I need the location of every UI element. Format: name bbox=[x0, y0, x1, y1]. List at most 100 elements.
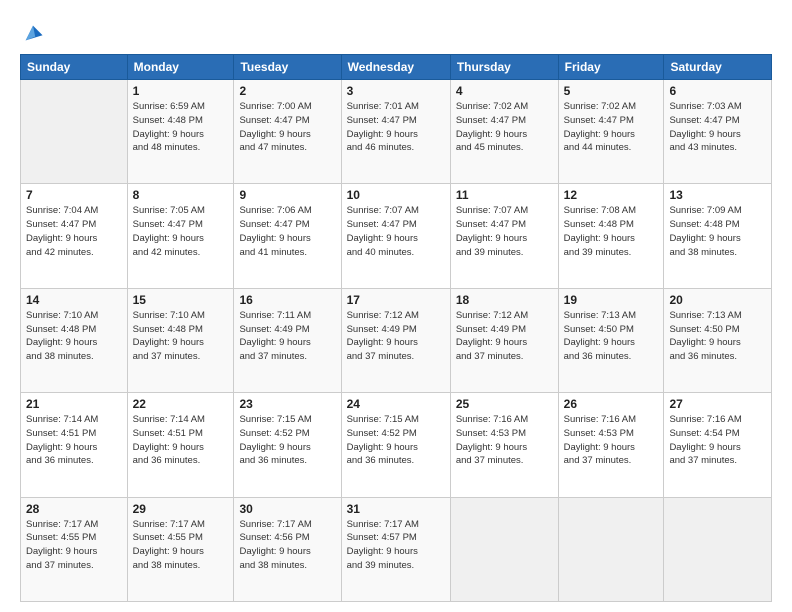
calendar-cell: 26 Sunrise: 7:16 AM Sunset: 4:53 PM Dayli… bbox=[558, 393, 664, 497]
calendar-cell: 12Sunrise: 7:08 AM Sunset: 4:48 PM Dayli… bbox=[558, 184, 664, 288]
day-number: 8 bbox=[133, 188, 229, 202]
day-number: 17 bbox=[347, 293, 445, 307]
weekday-header-sunday: Sunday bbox=[21, 55, 128, 80]
calendar-cell: 14 Sunrise: 7:10 AM Sunset: 4:48 PM Dayli… bbox=[21, 288, 128, 392]
calendar: SundayMondayTuesdayWednesdayThursdayFrid… bbox=[20, 54, 772, 602]
calendar-cell: 28Sunrise: 7:17 AM Sunset: 4:55 PM Dayli… bbox=[21, 497, 128, 601]
day-number: 2 bbox=[239, 84, 335, 98]
day-info: Sunrise: 7:03 AM Sunset: 4:47 PM Dayligh… bbox=[669, 100, 766, 155]
day-info: Sunrise: 7:12 AM Sunset: 4:49 PM Dayligh… bbox=[347, 309, 445, 364]
calendar-cell: 20 Sunrise: 7:13 AM Sunset: 4:50 PM Dayli… bbox=[664, 288, 772, 392]
day-number: 22 bbox=[133, 397, 229, 411]
day-info: Sunrise: 7:07 AM Sunset: 4:47 PM Dayligh… bbox=[347, 204, 445, 259]
day-info: Sunrise: 7:15 AM Sunset: 4:52 PM Dayligh… bbox=[347, 413, 445, 468]
weekday-header-monday: Monday bbox=[127, 55, 234, 80]
day-number: 26 bbox=[564, 397, 659, 411]
logo bbox=[20, 22, 44, 44]
calendar-cell: 23 Sunrise: 7:15 AM Sunset: 4:52 PM Dayli… bbox=[234, 393, 341, 497]
day-info: Sunrise: 7:17 AM Sunset: 4:56 PM Dayligh… bbox=[239, 518, 335, 573]
day-number: 19 bbox=[564, 293, 659, 307]
day-number: 31 bbox=[347, 502, 445, 516]
day-number: 27 bbox=[669, 397, 766, 411]
calendar-cell: 13 Sunrise: 7:09 AM Sunset: 4:48 PM Dayli… bbox=[664, 184, 772, 288]
day-number: 24 bbox=[347, 397, 445, 411]
day-info: Sunrise: 7:16 AM Sunset: 4:53 PM Dayligh… bbox=[456, 413, 553, 468]
day-info: Sunrise: 7:12 AM Sunset: 4:49 PM Dayligh… bbox=[456, 309, 553, 364]
day-number: 16 bbox=[239, 293, 335, 307]
week-row-3: 21 Sunrise: 7:14 AM Sunset: 4:51 PM Dayli… bbox=[21, 393, 772, 497]
day-number: 6 bbox=[669, 84, 766, 98]
day-number: 18 bbox=[456, 293, 553, 307]
day-info: Sunrise: 7:07 AM Sunset: 4:47 PM Dayligh… bbox=[456, 204, 553, 259]
day-info: Sunrise: 7:09 AM Sunset: 4:48 PM Dayligh… bbox=[669, 204, 766, 259]
calendar-cell: 19 Sunrise: 7:13 AM Sunset: 4:50 PM Dayli… bbox=[558, 288, 664, 392]
calendar-cell bbox=[21, 80, 128, 184]
day-info: Sunrise: 7:14 AM Sunset: 4:51 PM Dayligh… bbox=[133, 413, 229, 468]
page: SundayMondayTuesdayWednesdayThursdayFrid… bbox=[0, 0, 792, 612]
day-number: 20 bbox=[669, 293, 766, 307]
calendar-cell: 22 Sunrise: 7:14 AM Sunset: 4:51 PM Dayli… bbox=[127, 393, 234, 497]
day-info: Sunrise: 7:01 AM Sunset: 4:47 PM Dayligh… bbox=[347, 100, 445, 155]
day-number: 29 bbox=[133, 502, 229, 516]
calendar-cell: 17 Sunrise: 7:12 AM Sunset: 4:49 PM Dayli… bbox=[341, 288, 450, 392]
day-number: 7 bbox=[26, 188, 122, 202]
week-row-4: 28Sunrise: 7:17 AM Sunset: 4:55 PM Dayli… bbox=[21, 497, 772, 601]
weekday-header-saturday: Saturday bbox=[664, 55, 772, 80]
day-info: Sunrise: 7:13 AM Sunset: 4:50 PM Dayligh… bbox=[564, 309, 659, 364]
day-number: 13 bbox=[669, 188, 766, 202]
day-number: 5 bbox=[564, 84, 659, 98]
logo-icon bbox=[22, 22, 44, 44]
calendar-cell: 5 Sunrise: 7:02 AM Sunset: 4:47 PM Daylig… bbox=[558, 80, 664, 184]
calendar-cell: 9 Sunrise: 7:06 AM Sunset: 4:47 PM Daylig… bbox=[234, 184, 341, 288]
day-info: Sunrise: 7:16 AM Sunset: 4:54 PM Dayligh… bbox=[669, 413, 766, 468]
day-info: Sunrise: 7:10 AM Sunset: 4:48 PM Dayligh… bbox=[133, 309, 229, 364]
calendar-cell: 2 Sunrise: 7:00 AM Sunset: 4:47 PM Daylig… bbox=[234, 80, 341, 184]
calendar-cell: 31Sunrise: 7:17 AM Sunset: 4:57 PM Dayli… bbox=[341, 497, 450, 601]
weekday-header-thursday: Thursday bbox=[450, 55, 558, 80]
calendar-cell: 1Sunrise: 6:59 AM Sunset: 4:48 PM Daylig… bbox=[127, 80, 234, 184]
day-number: 25 bbox=[456, 397, 553, 411]
weekday-header-tuesday: Tuesday bbox=[234, 55, 341, 80]
calendar-cell bbox=[664, 497, 772, 601]
day-number: 23 bbox=[239, 397, 335, 411]
calendar-cell: 7Sunrise: 7:04 AM Sunset: 4:47 PM Daylig… bbox=[21, 184, 128, 288]
calendar-cell: 10Sunrise: 7:07 AM Sunset: 4:47 PM Dayli… bbox=[341, 184, 450, 288]
day-number: 21 bbox=[26, 397, 122, 411]
day-info: Sunrise: 7:16 AM Sunset: 4:53 PM Dayligh… bbox=[564, 413, 659, 468]
calendar-cell: 16 Sunrise: 7:11 AM Sunset: 4:49 PM Dayli… bbox=[234, 288, 341, 392]
day-info: Sunrise: 7:11 AM Sunset: 4:49 PM Dayligh… bbox=[239, 309, 335, 364]
calendar-cell bbox=[450, 497, 558, 601]
day-number: 3 bbox=[347, 84, 445, 98]
calendar-cell: 6 Sunrise: 7:03 AM Sunset: 4:47 PM Daylig… bbox=[664, 80, 772, 184]
calendar-cell: 3 Sunrise: 7:01 AM Sunset: 4:47 PM Daylig… bbox=[341, 80, 450, 184]
week-row-1: 7Sunrise: 7:04 AM Sunset: 4:47 PM Daylig… bbox=[21, 184, 772, 288]
calendar-header: SundayMondayTuesdayWednesdayThursdayFrid… bbox=[21, 55, 772, 80]
calendar-cell: 11 Sunrise: 7:07 AM Sunset: 4:47 PM Dayli… bbox=[450, 184, 558, 288]
day-info: Sunrise: 7:13 AM Sunset: 4:50 PM Dayligh… bbox=[669, 309, 766, 364]
weekday-row: SundayMondayTuesdayWednesdayThursdayFrid… bbox=[21, 55, 772, 80]
calendar-cell: 25 Sunrise: 7:16 AM Sunset: 4:53 PM Dayli… bbox=[450, 393, 558, 497]
day-info: Sunrise: 7:02 AM Sunset: 4:47 PM Dayligh… bbox=[564, 100, 659, 155]
week-row-0: 1Sunrise: 6:59 AM Sunset: 4:48 PM Daylig… bbox=[21, 80, 772, 184]
day-info: Sunrise: 7:06 AM Sunset: 4:47 PM Dayligh… bbox=[239, 204, 335, 259]
day-info: Sunrise: 7:00 AM Sunset: 4:47 PM Dayligh… bbox=[239, 100, 335, 155]
day-info: Sunrise: 7:10 AM Sunset: 4:48 PM Dayligh… bbox=[26, 309, 122, 364]
calendar-cell: 29Sunrise: 7:17 AM Sunset: 4:55 PM Dayli… bbox=[127, 497, 234, 601]
calendar-cell: 30 Sunrise: 7:17 AM Sunset: 4:56 PM Dayli… bbox=[234, 497, 341, 601]
day-number: 14 bbox=[26, 293, 122, 307]
day-number: 11 bbox=[456, 188, 553, 202]
calendar-cell: 27 Sunrise: 7:16 AM Sunset: 4:54 PM Dayli… bbox=[664, 393, 772, 497]
day-info: Sunrise: 7:08 AM Sunset: 4:48 PM Dayligh… bbox=[564, 204, 659, 259]
day-number: 30 bbox=[239, 502, 335, 516]
day-number: 9 bbox=[239, 188, 335, 202]
calendar-cell: 24 Sunrise: 7:15 AM Sunset: 4:52 PM Dayli… bbox=[341, 393, 450, 497]
day-number: 15 bbox=[133, 293, 229, 307]
calendar-cell: 21Sunrise: 7:14 AM Sunset: 4:51 PM Dayli… bbox=[21, 393, 128, 497]
weekday-header-friday: Friday bbox=[558, 55, 664, 80]
day-number: 28 bbox=[26, 502, 122, 516]
calendar-cell: 4Sunrise: 7:02 AM Sunset: 4:47 PM Daylig… bbox=[450, 80, 558, 184]
calendar-body: 1Sunrise: 6:59 AM Sunset: 4:48 PM Daylig… bbox=[21, 80, 772, 602]
day-number: 4 bbox=[456, 84, 553, 98]
day-info: Sunrise: 7:15 AM Sunset: 4:52 PM Dayligh… bbox=[239, 413, 335, 468]
header bbox=[20, 18, 772, 44]
